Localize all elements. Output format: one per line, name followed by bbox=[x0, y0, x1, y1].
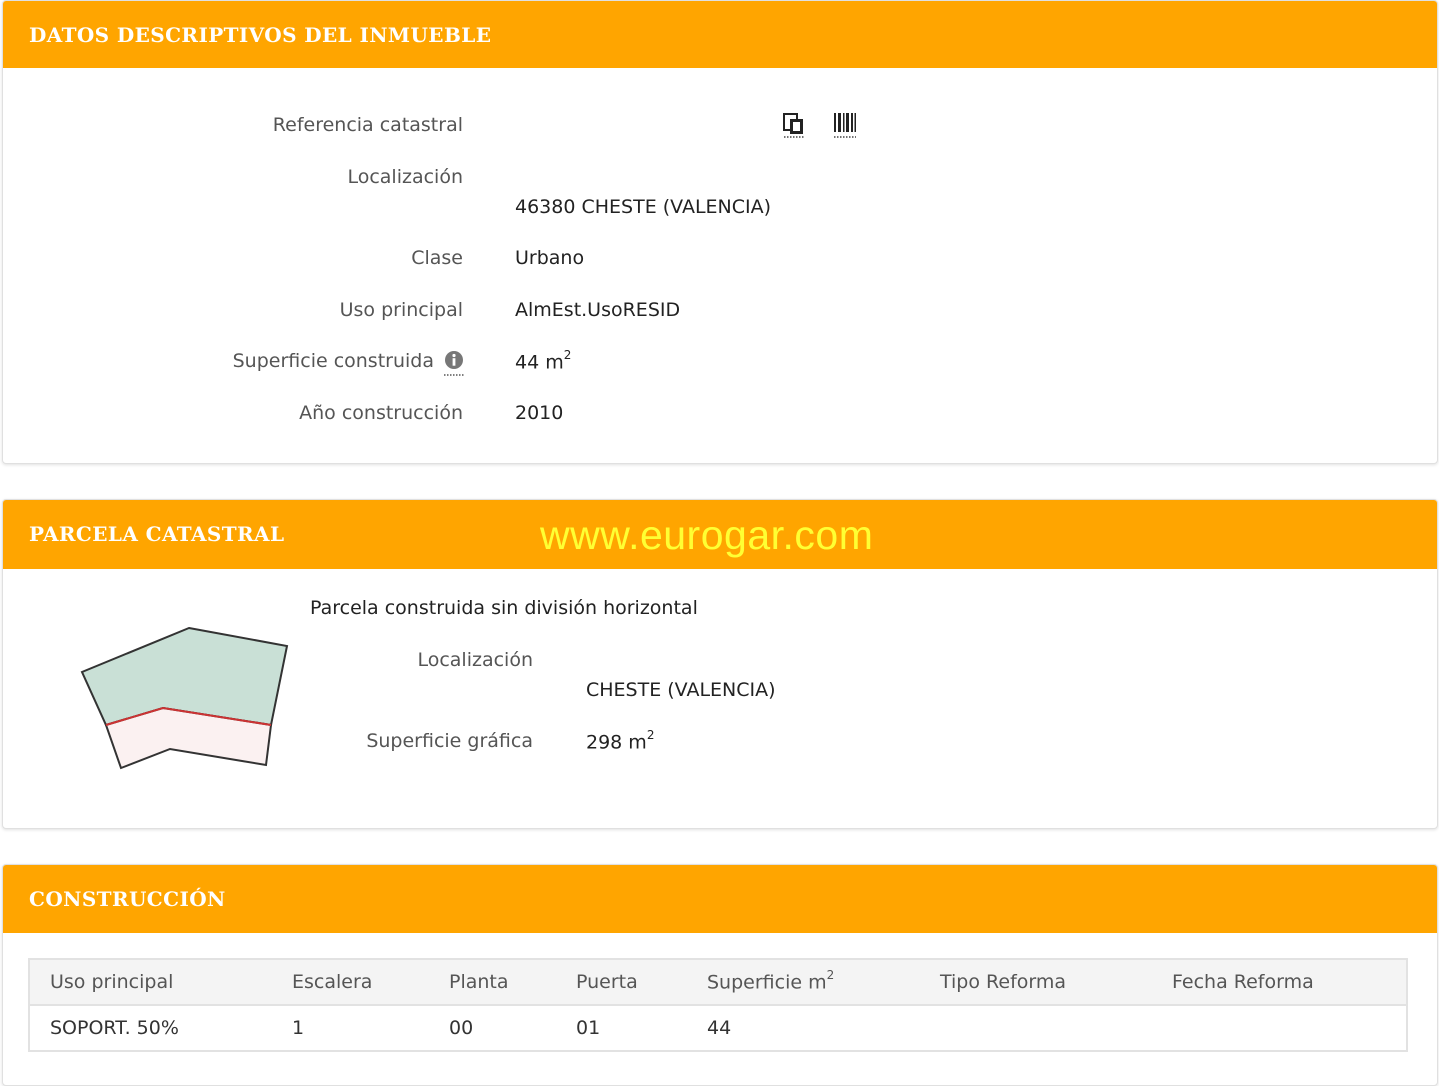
uso-label: Uso principal bbox=[339, 299, 463, 321]
parcela-superficie-value: 298 m2 bbox=[586, 728, 655, 754]
barcode-icon[interactable] bbox=[832, 111, 858, 139]
superficie-value: 44 m2 bbox=[515, 348, 572, 374]
superficie-value-sup: 2 bbox=[563, 348, 572, 362]
col-superficie: Superficie m2 bbox=[687, 959, 920, 1006]
col-puerta: Puerta bbox=[556, 959, 687, 1006]
parcel-plan-image bbox=[77, 624, 293, 770]
parcela-localizacion-label: Localización bbox=[417, 649, 533, 671]
localizacion-value: 46380 CHESTE (VALENCIA) bbox=[515, 196, 772, 218]
table-row: SOPORT. 50% 1 00 01 44 bbox=[29, 1005, 1407, 1051]
table-header-row: Uso principal Escalera Planta Puerta Sup… bbox=[29, 959, 1407, 1006]
col-uso-principal: Uso principal bbox=[29, 959, 272, 1006]
cell-fecha-reforma bbox=[1152, 1005, 1407, 1051]
construccion-header: CONSTRUCCIÓN bbox=[3, 865, 1437, 933]
ref-label: Referencia catastral bbox=[272, 114, 463, 136]
clase-label: Clase bbox=[411, 247, 463, 269]
uso-value: AlmEst.UsoRESID bbox=[515, 299, 681, 321]
clase-value: Urbano bbox=[515, 247, 585, 269]
cell-uso-principal: SOPORT. 50% bbox=[29, 1005, 272, 1051]
parcela-superficie-label: Superficie gráfica bbox=[366, 730, 533, 752]
parcela-localizacion-value: CHESTE (VALENCIA) bbox=[586, 679, 776, 701]
superficie-value-text: 44 m bbox=[515, 351, 564, 374]
cell-superficie: 44 bbox=[687, 1005, 920, 1051]
copy-document-icon[interactable] bbox=[781, 111, 807, 139]
localizacion-label: Localización bbox=[347, 166, 463, 188]
construccion-title: CONSTRUCCIÓN bbox=[29, 887, 226, 911]
watermark: www.eurogar.com bbox=[540, 512, 874, 558]
datos-title: DATOS DESCRIPTIVOS DEL INMUEBLE bbox=[29, 23, 492, 47]
construccion-table: Uso principal Escalera Planta Puerta Sup… bbox=[28, 958, 1408, 1052]
datos-header: DATOS DESCRIPTIVOS DEL INMUEBLE bbox=[3, 1, 1437, 68]
datos-panel: DATOS DESCRIPTIVOS DEL INMUEBLE Referenc… bbox=[2, 0, 1438, 464]
col-planta: Planta bbox=[429, 959, 556, 1006]
cell-escalera: 1 bbox=[272, 1005, 429, 1051]
col-superficie-text: Superficie m bbox=[707, 971, 827, 994]
cell-puerta: 01 bbox=[556, 1005, 687, 1051]
col-escalera: Escalera bbox=[272, 959, 429, 1006]
col-tipo-reforma: Tipo Reforma bbox=[920, 959, 1152, 1006]
superficie-label: Superficie construida bbox=[232, 350, 434, 372]
parcela-title: PARCELA CATASTRAL bbox=[29, 522, 285, 546]
cell-planta: 00 bbox=[429, 1005, 556, 1051]
parcela-heading: Parcela construida sin división horizont… bbox=[310, 597, 698, 619]
anio-value: 2010 bbox=[515, 402, 564, 424]
parcela-superficie-sup: 2 bbox=[646, 728, 655, 742]
info-icon[interactable] bbox=[443, 349, 465, 377]
col-superficie-sup: 2 bbox=[826, 968, 835, 983]
parcela-superficie-text: 298 m bbox=[586, 731, 647, 754]
anio-label: Año construcción bbox=[299, 402, 463, 424]
col-fecha-reforma: Fecha Reforma bbox=[1152, 959, 1407, 1006]
cell-tipo-reforma bbox=[920, 1005, 1152, 1051]
